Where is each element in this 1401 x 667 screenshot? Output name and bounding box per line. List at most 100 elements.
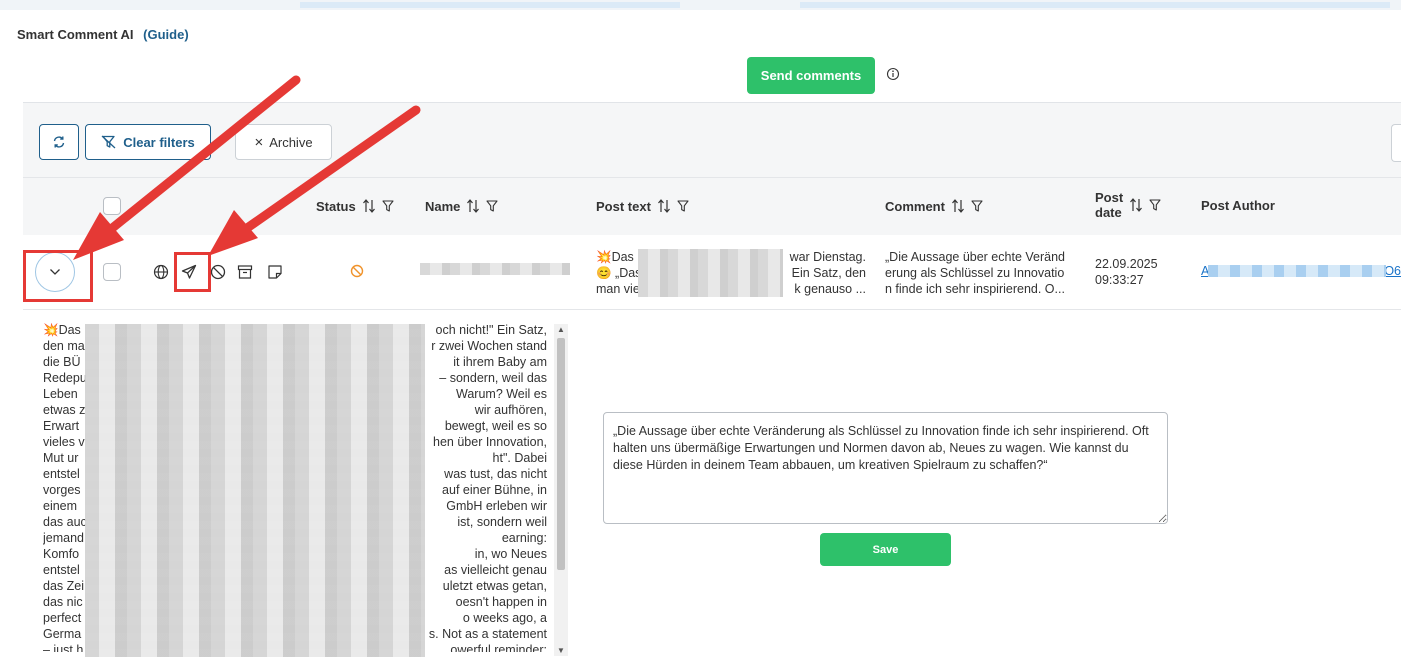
sort-icon[interactable]: [362, 198, 376, 214]
sort-icon[interactable]: [951, 198, 965, 214]
post-line-end: och nicht!" Ein Satz,: [435, 323, 547, 337]
filter-icon[interactable]: [486, 199, 498, 213]
comment-preview: „Die Aussage über echte Veränd erung als…: [885, 250, 1065, 296]
column-header-post-date[interactable]: Post date: [1095, 190, 1161, 220]
sort-icon[interactable]: [657, 198, 671, 214]
post-line-start: entstel: [43, 563, 80, 577]
column-header-post-text[interactable]: Post text: [596, 198, 689, 214]
annotation-box-expand: [23, 250, 93, 302]
post-line-start: Redepu: [43, 371, 87, 385]
post-text-redacted: [638, 249, 783, 297]
column-header-name[interactable]: Name: [425, 198, 498, 214]
post-text-fragment: k genauso ...: [794, 282, 866, 296]
annotation-box-send: [174, 252, 211, 292]
comment-editor[interactable]: „Die Aussage über echte Veränderung als …: [603, 412, 1168, 524]
post-date-header-label: Post date: [1095, 190, 1123, 220]
full-post-redacted: [85, 324, 425, 657]
refresh-button[interactable]: [39, 124, 79, 160]
table-row[interactable]: 💥Das war Dienstag. 😊 „Das Ein Satz, den …: [23, 235, 1401, 310]
post-text-fragment: 💥Das: [596, 250, 634, 264]
post-line-end: oesn't happen in: [455, 595, 547, 609]
archive-label: Archive: [269, 134, 313, 150]
post-author-header-label: Post Author: [1201, 198, 1275, 213]
post-line-end: r zwei Wochen stand: [431, 339, 547, 353]
app-title: Smart Comment AI (Guide): [17, 27, 189, 42]
post-text-header-label: Post text: [596, 198, 651, 214]
post-line-start: die BÜ: [43, 355, 81, 369]
refresh-icon: [53, 136, 65, 148]
filter-icon[interactable]: [382, 199, 394, 213]
scrollbar-thumb[interactable]: [557, 338, 565, 570]
ban-icon[interactable]: [210, 264, 226, 280]
name-redacted: [420, 263, 570, 275]
toolbar-overflow-button[interactable]: [1391, 124, 1401, 162]
post-line-end: hen über Innovation,: [433, 435, 547, 449]
post-line-start: einem: [43, 499, 78, 513]
column-header-post-author[interactable]: Post Author: [1201, 198, 1275, 213]
status-ban-icon: [350, 264, 364, 278]
post-line-start: perfect: [43, 611, 82, 625]
post-line-end: wir aufhören,: [474, 403, 547, 417]
post-line-start: Mut ur: [43, 451, 79, 465]
post-line-start: den ma: [43, 339, 85, 353]
save-button[interactable]: Save: [820, 533, 951, 566]
post-text-fragment: war Dienstag.: [789, 250, 866, 264]
post-line-end: was tust, das nicht: [444, 467, 547, 481]
post-text-fragment: Ein Satz, den: [791, 266, 866, 280]
post-line-end: ist, sondern weil: [457, 515, 547, 529]
post-date-header-line1: Post: [1095, 190, 1124, 205]
filter-icon[interactable]: [677, 199, 689, 213]
post-line-start: vieles v: [43, 435, 85, 449]
clear-filters-label: Clear filters: [123, 134, 195, 150]
post-text-preview: 💥Das war Dienstag. 😊 „Das Ein Satz, den …: [596, 249, 866, 299]
post-date: 22.09.2025: [1095, 257, 1158, 271]
post-author-redacted: [1208, 265, 1386, 277]
filter-icon[interactable]: [1149, 198, 1161, 212]
post-line-end: Warum? Weil es: [456, 387, 547, 401]
post-line-start: das auc: [43, 515, 87, 529]
sort-icon[interactable]: [1129, 197, 1143, 213]
post-line-end: auf einer Bühne, in: [442, 483, 547, 497]
post-line-end: ht". Dabei: [492, 451, 547, 465]
strip-band: [300, 2, 680, 8]
guide-link[interactable]: (Guide): [143, 27, 189, 42]
post-date-header-line2: date: [1095, 205, 1122, 220]
strip-band: [800, 2, 1390, 8]
post-line-end: in, wo Neues: [474, 547, 547, 561]
post-time: 09:33:27: [1095, 273, 1144, 287]
sort-icon[interactable]: [466, 198, 480, 214]
select-all-checkbox[interactable]: [103, 197, 121, 215]
post-line-end: bewegt, weil es so: [444, 419, 547, 433]
scroll-down-arrow[interactable]: ▼: [557, 646, 565, 655]
post-line-end: uletzt etwas getan,: [442, 579, 547, 593]
table-panel: Clear filters × Archive Status Name Post…: [23, 102, 1401, 667]
row-checkbox[interactable]: [103, 263, 121, 281]
post-line-start: etwas z: [43, 403, 86, 417]
comment-header-label: Comment: [885, 198, 945, 214]
post-text-fragment: 😊 „Das: [596, 266, 642, 280]
name-header-label: Name: [425, 198, 461, 214]
note-icon[interactable]: [267, 264, 283, 280]
post-line-end: earning:: [501, 531, 547, 545]
column-header-comment[interactable]: Comment: [885, 198, 983, 214]
info-icon[interactable]: [886, 67, 900, 81]
row-detail: 💥Das och nicht!" Ein Satz, den ma r zwei Wo…: [23, 310, 1401, 667]
post-scrollbar[interactable]: ▲ ▼: [554, 324, 568, 656]
post-line-start: jemand: [43, 531, 84, 545]
clear-filters-button[interactable]: Clear filters: [85, 124, 211, 160]
scroll-up-arrow[interactable]: ▲: [557, 325, 565, 334]
filter-icon[interactable]: [971, 199, 983, 213]
post-line-start: Komfo: [43, 547, 80, 561]
archive-icon[interactable]: [237, 264, 253, 280]
post-line-end: – sondern, weil das: [439, 371, 547, 385]
post-line-start: Leben: [43, 387, 78, 401]
column-header-status[interactable]: Status: [316, 198, 394, 214]
archive-button[interactable]: × Archive: [235, 124, 332, 160]
globe-icon[interactable]: [153, 264, 169, 280]
send-comments-button[interactable]: Send comments: [747, 57, 875, 94]
post-line-end: it ihrem Baby am: [453, 355, 547, 369]
post-author-end: O6: [1384, 264, 1401, 278]
post-line-start: Erwart: [43, 419, 80, 433]
post-line-start: – just h: [43, 643, 84, 652]
post-line-start: das nic: [43, 595, 83, 609]
